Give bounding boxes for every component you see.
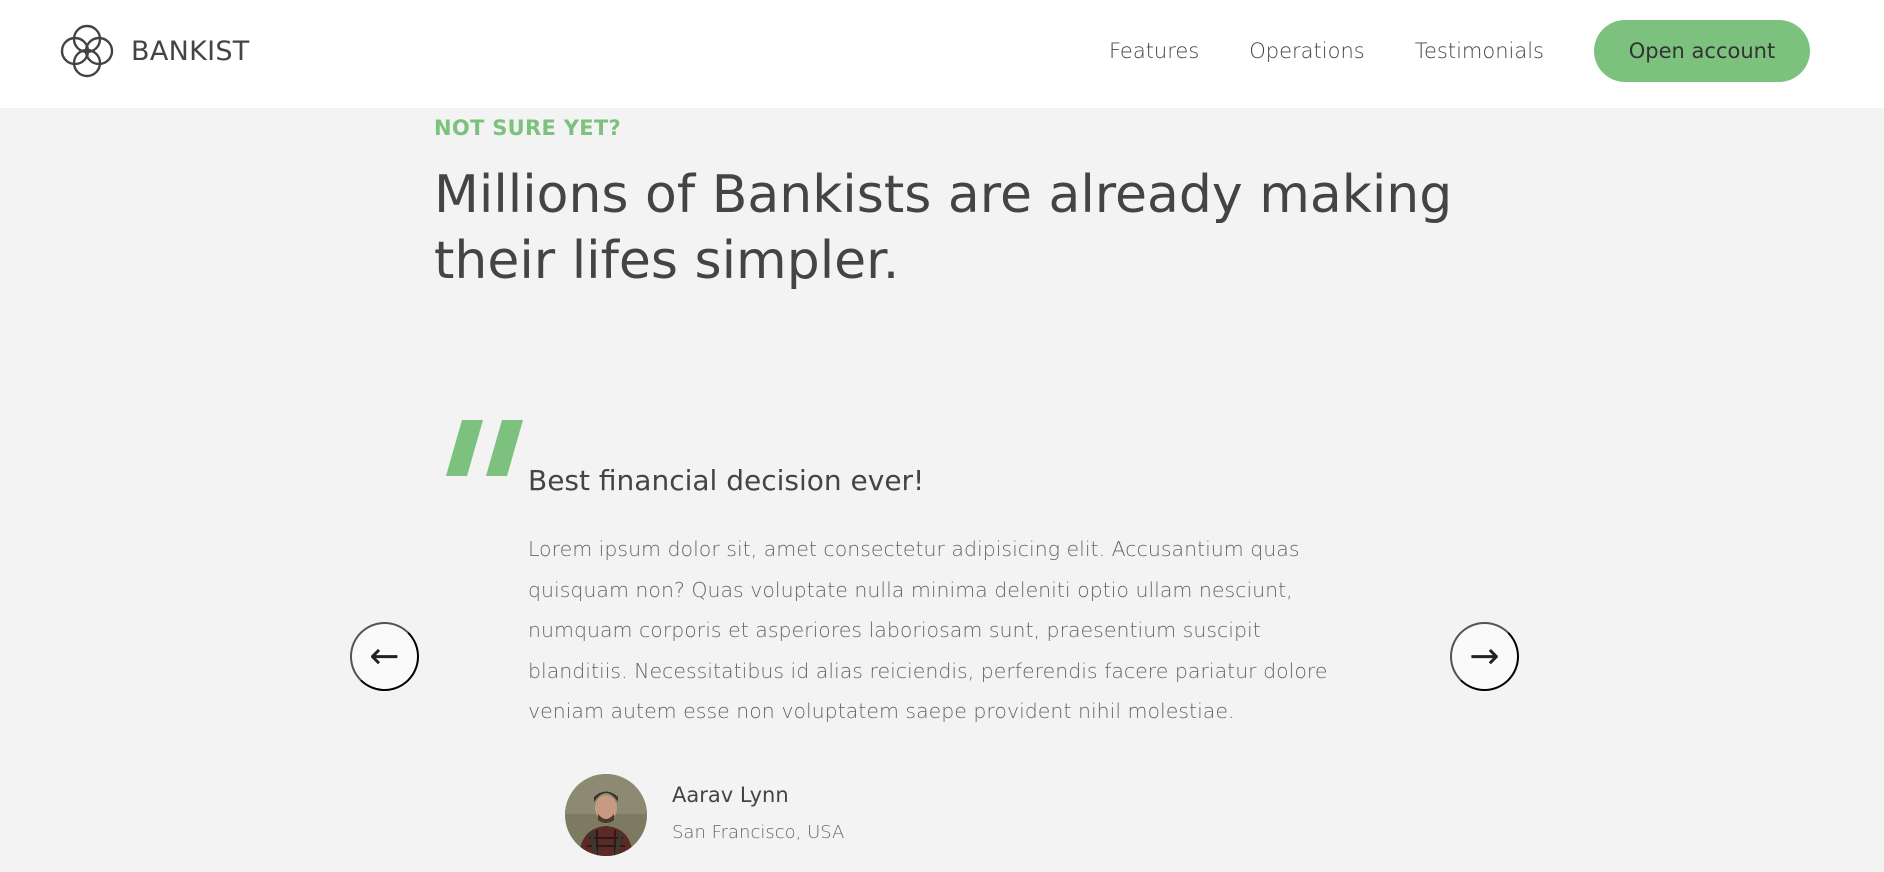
quote-icon [446,420,524,478]
nav-link-features[interactable]: Features [1109,39,1199,63]
author-name: Aarav Lynn [672,783,789,807]
nav-link-operations[interactable]: Operations [1249,39,1364,63]
testimonial-text: Lorem ipsum dolor sit, amet consectetur … [528,537,1328,723]
author-avatar [565,774,647,856]
slider-next-button[interactable]: → [1450,622,1519,691]
nav-link-testimonials[interactable]: Testimonials [1415,39,1544,63]
arrow-right-icon: → [1469,635,1500,677]
testimonial-title: Best financial decision ever! [528,464,925,497]
author-location: San Francisco, USA [672,822,845,843]
brand-name: BANKIST [131,35,250,67]
section-eyebrow: NOT SURE YET? [434,116,622,140]
top-navigation: BANKIST Features Operations Testimonials… [0,0,1884,108]
slider-prev-button[interactable]: ← [350,622,419,691]
section-heading: Millions of Bankists are already making … [434,165,1453,291]
arrow-left-icon: ← [369,635,400,677]
open-account-button[interactable]: Open account [1594,20,1810,82]
logo-icon [58,22,116,80]
brand-logo[interactable]: BANKIST [58,22,250,80]
nav-links: Features Operations Testimonials Open ac… [1109,20,1810,82]
